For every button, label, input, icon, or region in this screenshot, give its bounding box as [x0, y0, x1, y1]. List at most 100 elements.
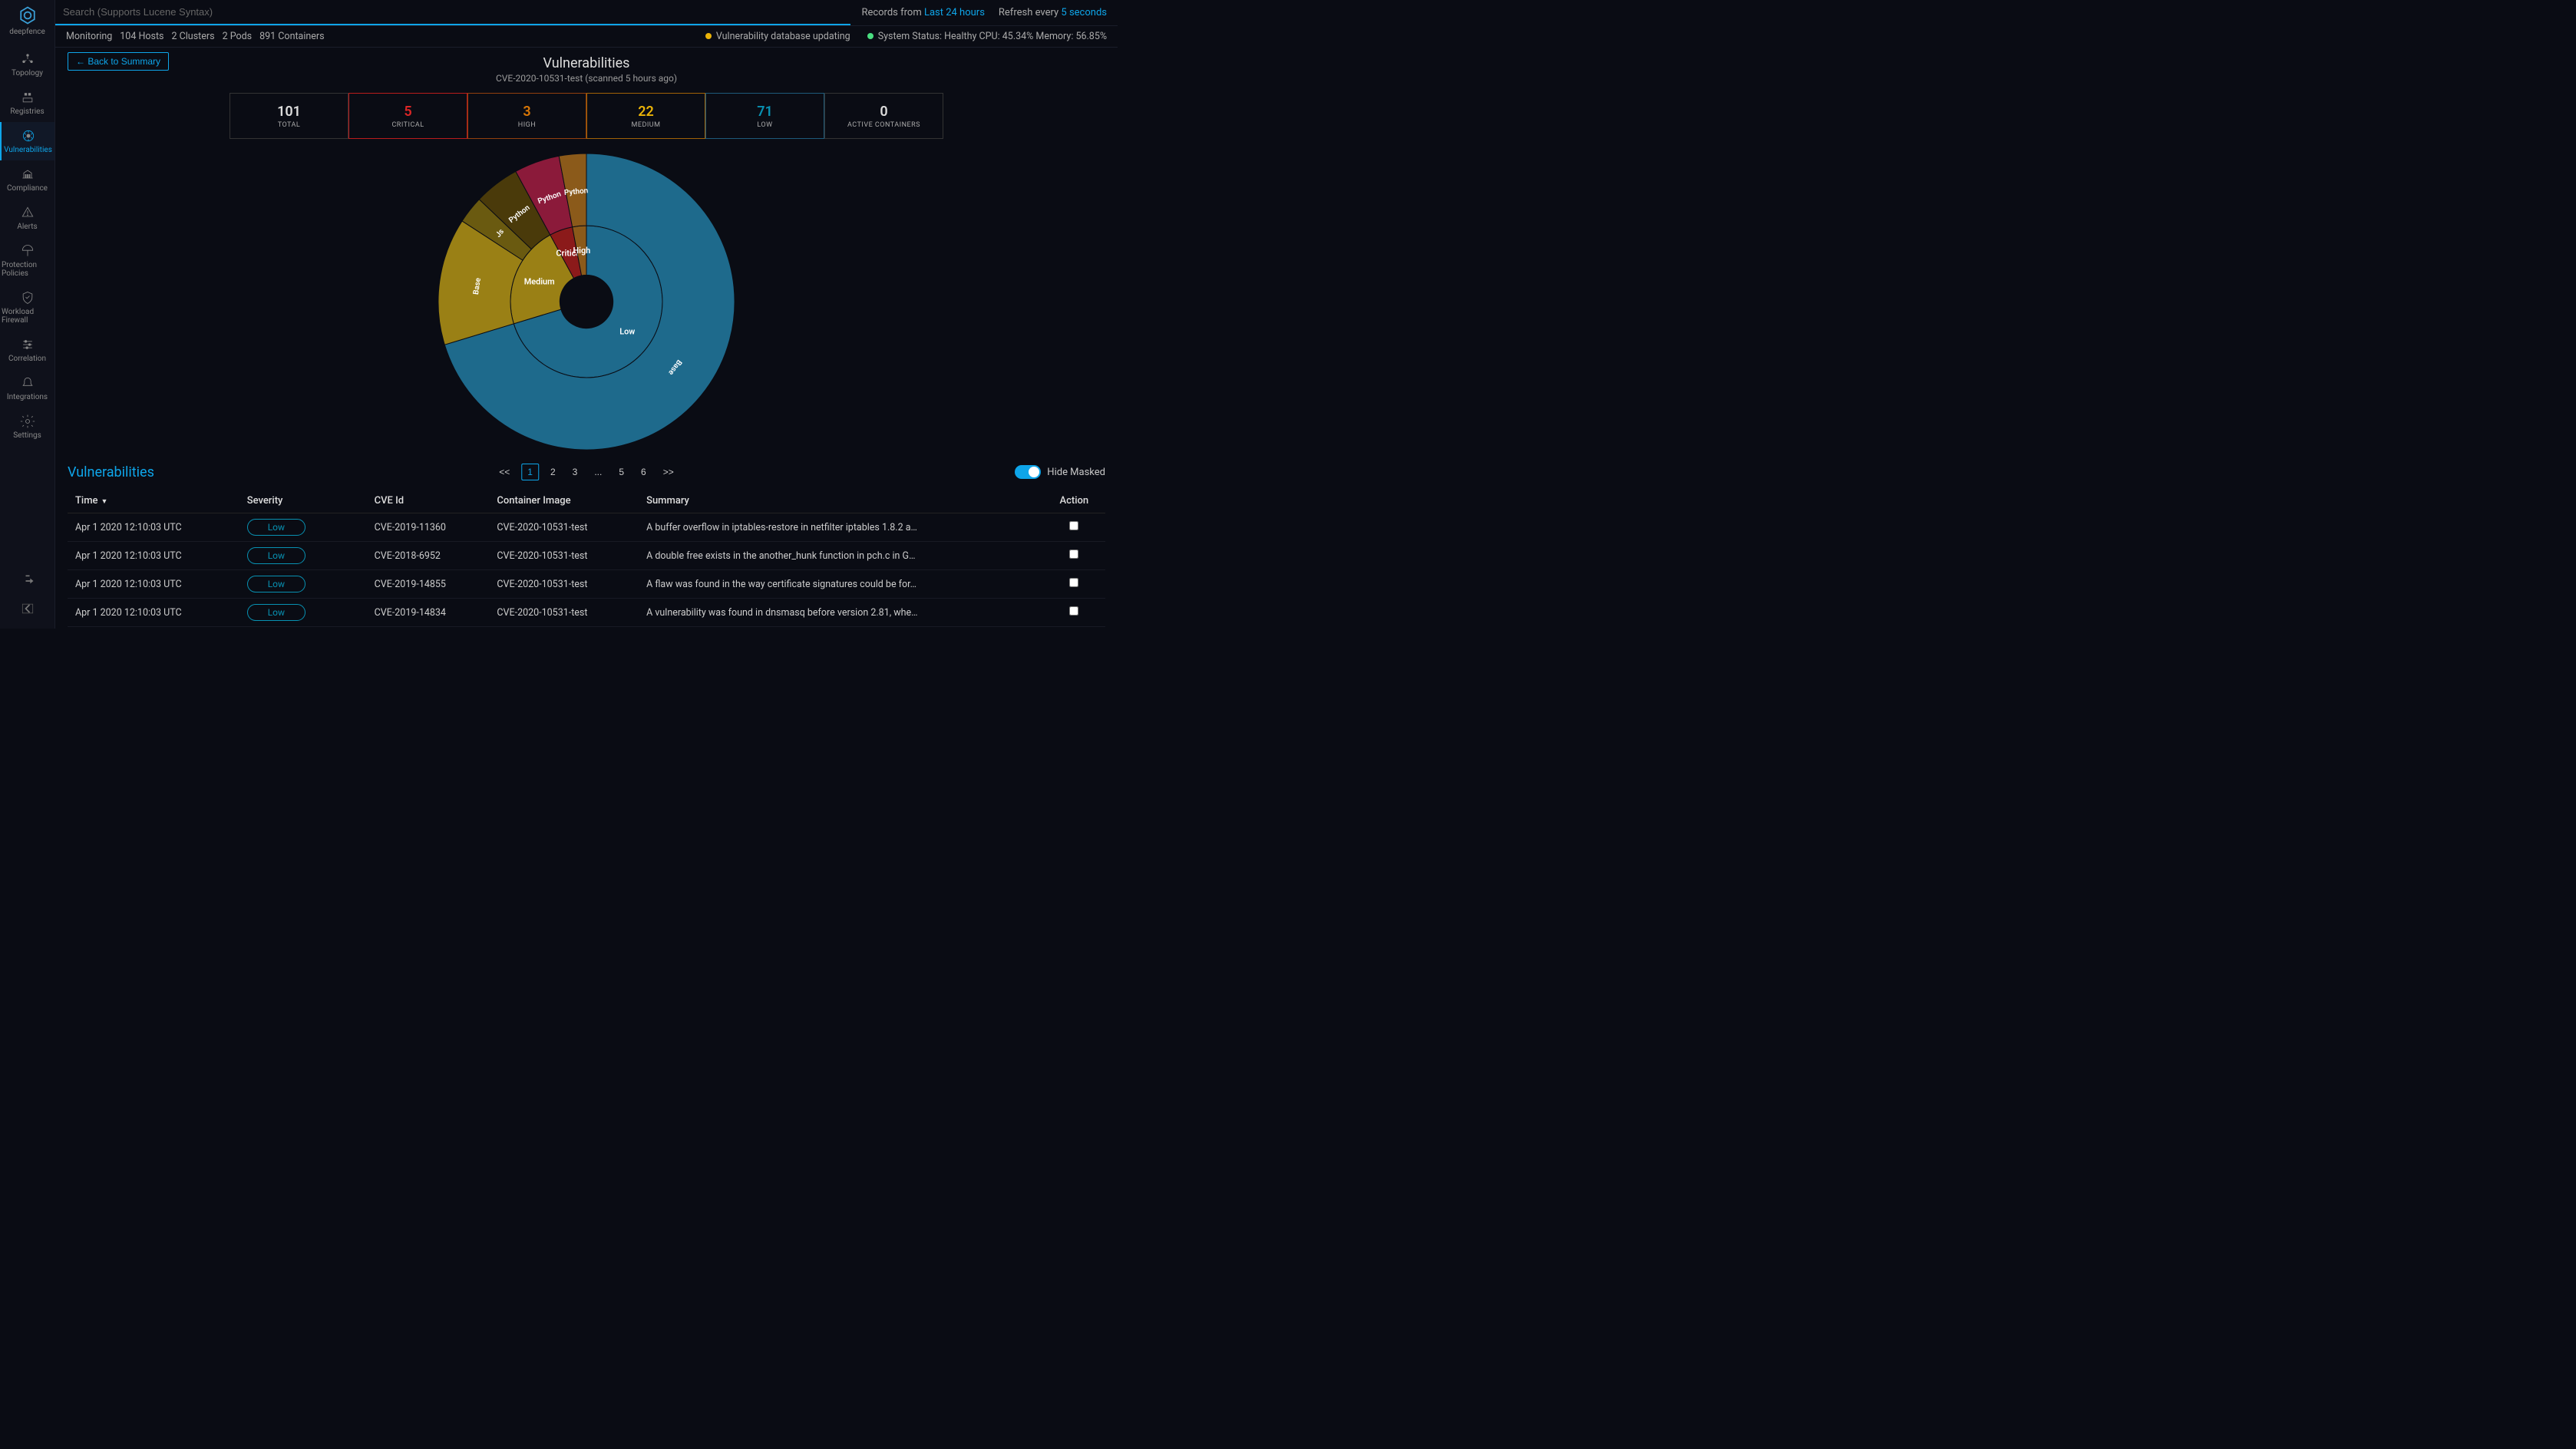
- nav-label: Protection Policies: [2, 261, 53, 278]
- toggle-switch[interactable]: [1015, 465, 1041, 479]
- row-checkbox[interactable]: [1069, 606, 1078, 616]
- page-btn[interactable]: 1: [521, 464, 539, 480]
- logout-button[interactable]: [0, 567, 54, 595]
- cell-summary: A buffer overflow in iptables-restore in…: [639, 513, 1043, 542]
- table-row[interactable]: Apr 1 2020 12:10:03 UTCLowCVE-2018-6952C…: [68, 542, 1105, 570]
- cell-severity: Medium: [239, 627, 367, 629]
- column-header[interactable]: Action: [1043, 489, 1105, 513]
- nav-label: Integrations: [7, 393, 48, 401]
- cell-time: Apr 1 2020 12:10:03 UTC: [68, 513, 239, 542]
- nav-icon: [20, 90, 35, 105]
- nav-topology[interactable]: Topology: [0, 45, 54, 84]
- severity-pill: Low: [247, 519, 305, 536]
- summary-label: LOW: [757, 121, 772, 129]
- logo-icon: [17, 5, 38, 26]
- page-btn[interactable]: 5: [613, 464, 629, 480]
- column-header[interactable]: Summary: [639, 489, 1043, 513]
- summary-number: 22: [638, 104, 654, 120]
- severity-pill: Low: [247, 576, 305, 592]
- search-input[interactable]: [55, 0, 850, 25]
- containers-count: 891 Containers: [259, 31, 325, 42]
- row-checkbox[interactable]: [1069, 550, 1078, 559]
- brand-name: deepfence: [9, 28, 45, 36]
- cell-image: CVE-2020-10531-test: [489, 599, 639, 627]
- nav-icon: [21, 128, 36, 144]
- cell-summary: A double free exists in the another_hunk…: [639, 542, 1043, 570]
- hide-masked-toggle[interactable]: Hide Masked: [1015, 465, 1105, 479]
- cell-cve: CVE-2018-6952: [367, 542, 490, 570]
- page-btn[interactable]: 6: [636, 464, 652, 480]
- nav-compliance[interactable]: Compliance: [0, 160, 54, 199]
- page-btn[interactable]: ...: [589, 464, 607, 480]
- summary-card-high[interactable]: 3HIGH: [467, 93, 586, 139]
- table-row[interactable]: Apr 1 2020 12:10:03 UTCLowCVE-2019-14834…: [68, 599, 1105, 627]
- status-dot-icon: [867, 33, 874, 39]
- nav-label: Registries: [10, 107, 44, 116]
- nav-icon: [20, 167, 35, 182]
- cell-cve: CVE-2019-11360: [367, 513, 490, 542]
- svg-text:High: High: [573, 246, 590, 256]
- table-row[interactable]: Apr 1 2020 12:10:03 UTCLowCVE-2019-14855…: [68, 570, 1105, 599]
- nav-icon: [20, 290, 35, 305]
- nav-registries[interactable]: Registries: [0, 84, 54, 122]
- nav-settings[interactable]: Settings: [0, 408, 54, 446]
- refresh-interval[interactable]: Refresh every 5 seconds: [999, 7, 1107, 18]
- nav-protection-policies[interactable]: Protection Policies: [0, 237, 54, 284]
- summary-label: MEDIUM: [631, 121, 660, 129]
- cell-time: Apr 1 2020 12:10:03 UTC: [68, 627, 239, 629]
- nav-alerts[interactable]: Alerts: [0, 199, 54, 237]
- back-to-summary-button[interactable]: ← Back to Summary: [68, 52, 169, 71]
- nav-label: Settings: [13, 431, 41, 440]
- pagination: << 123... 56 >>: [494, 464, 679, 480]
- records-range[interactable]: Records from Last 24 hours: [861, 7, 984, 18]
- summary-number: 71: [757, 104, 773, 120]
- page-title: Vulnerabilities: [68, 55, 1105, 71]
- summary-label: HIGH: [518, 121, 536, 129]
- nav-icon: [20, 414, 35, 429]
- row-checkbox[interactable]: [1069, 578, 1078, 587]
- table-row[interactable]: Apr 1 2020 12:10:03 UTC Low CVE-2019-11360…: [68, 513, 1105, 542]
- page-btn[interactable]: 2: [545, 464, 561, 480]
- clusters-count: 2 Clusters: [172, 31, 215, 42]
- nav-label: Vulnerabilities: [4, 146, 52, 154]
- summary-card-active[interactable]: 0ACTIVE CONTAINERS: [824, 93, 943, 139]
- summary-card-total[interactable]: 101TOTAL: [230, 93, 348, 139]
- cell-image: CVE-2020-10531-test: [489, 627, 639, 629]
- cell-time: Apr 1 2020 12:10:03 UTC: [68, 599, 239, 627]
- nav-icon: [20, 375, 35, 391]
- summary-label: CRITICAL: [391, 121, 424, 129]
- row-checkbox[interactable]: [1069, 521, 1078, 530]
- nav-integrations[interactable]: Integrations: [0, 369, 54, 408]
- sidebar: deepfence Topology Registries Vulnerabilit…: [0, 0, 55, 629]
- column-header[interactable]: Container Image: [489, 489, 639, 513]
- collapse-button[interactable]: [0, 595, 54, 622]
- cell-image: CVE-2020-10531-test: [489, 513, 639, 542]
- nav-icon: [20, 243, 35, 259]
- severity-pill: Low: [247, 604, 305, 621]
- table-row[interactable]: Apr 1 2020 12:10:03 UTCMediumCVE-2018-11…: [68, 627, 1105, 629]
- summary-card-low[interactable]: 71LOW: [705, 93, 824, 139]
- nav-correlation[interactable]: Correlation: [0, 331, 54, 369]
- hosts-count: 104 Hosts: [120, 31, 163, 42]
- nav-vulnerabilities[interactable]: Vulnerabilities: [0, 122, 54, 160]
- column-header[interactable]: Time▼: [68, 489, 239, 513]
- summary-cards: 101TOTAL5CRITICAL3HIGH22MEDIUM71LOW0ACTI…: [68, 93, 1105, 139]
- pods-count: 2 Pods: [223, 31, 253, 42]
- status-dot-icon: [705, 33, 712, 39]
- summary-label: ACTIVE CONTAINERS: [847, 121, 920, 129]
- column-header[interactable]: CVE Id: [367, 489, 490, 513]
- summary-card-medium[interactable]: 22MEDIUM: [586, 93, 705, 139]
- nav-icon: [20, 337, 35, 352]
- sort-desc-icon: ▼: [101, 498, 108, 506]
- nav-workload-firewall[interactable]: Workload Firewall: [0, 284, 54, 331]
- column-header[interactable]: Severity: [239, 489, 367, 513]
- page-btn[interactable]: 3: [567, 464, 583, 480]
- summary-card-critical[interactable]: 5CRITICAL: [348, 93, 467, 139]
- severity-pill: Low: [247, 547, 305, 564]
- page-btn[interactable]: >>: [658, 464, 679, 480]
- nav-label: Correlation: [8, 355, 46, 363]
- vulnerability-sunburst-chart[interactable]: LowMediumCriticalHighBaseBaseJsPythonPyt…: [434, 150, 738, 454]
- page-btn[interactable]: <<: [494, 464, 515, 480]
- cell-summary: A vulnerability was found in dnsmasq bef…: [639, 599, 1043, 627]
- cell-image: CVE-2020-10531-test: [489, 542, 639, 570]
